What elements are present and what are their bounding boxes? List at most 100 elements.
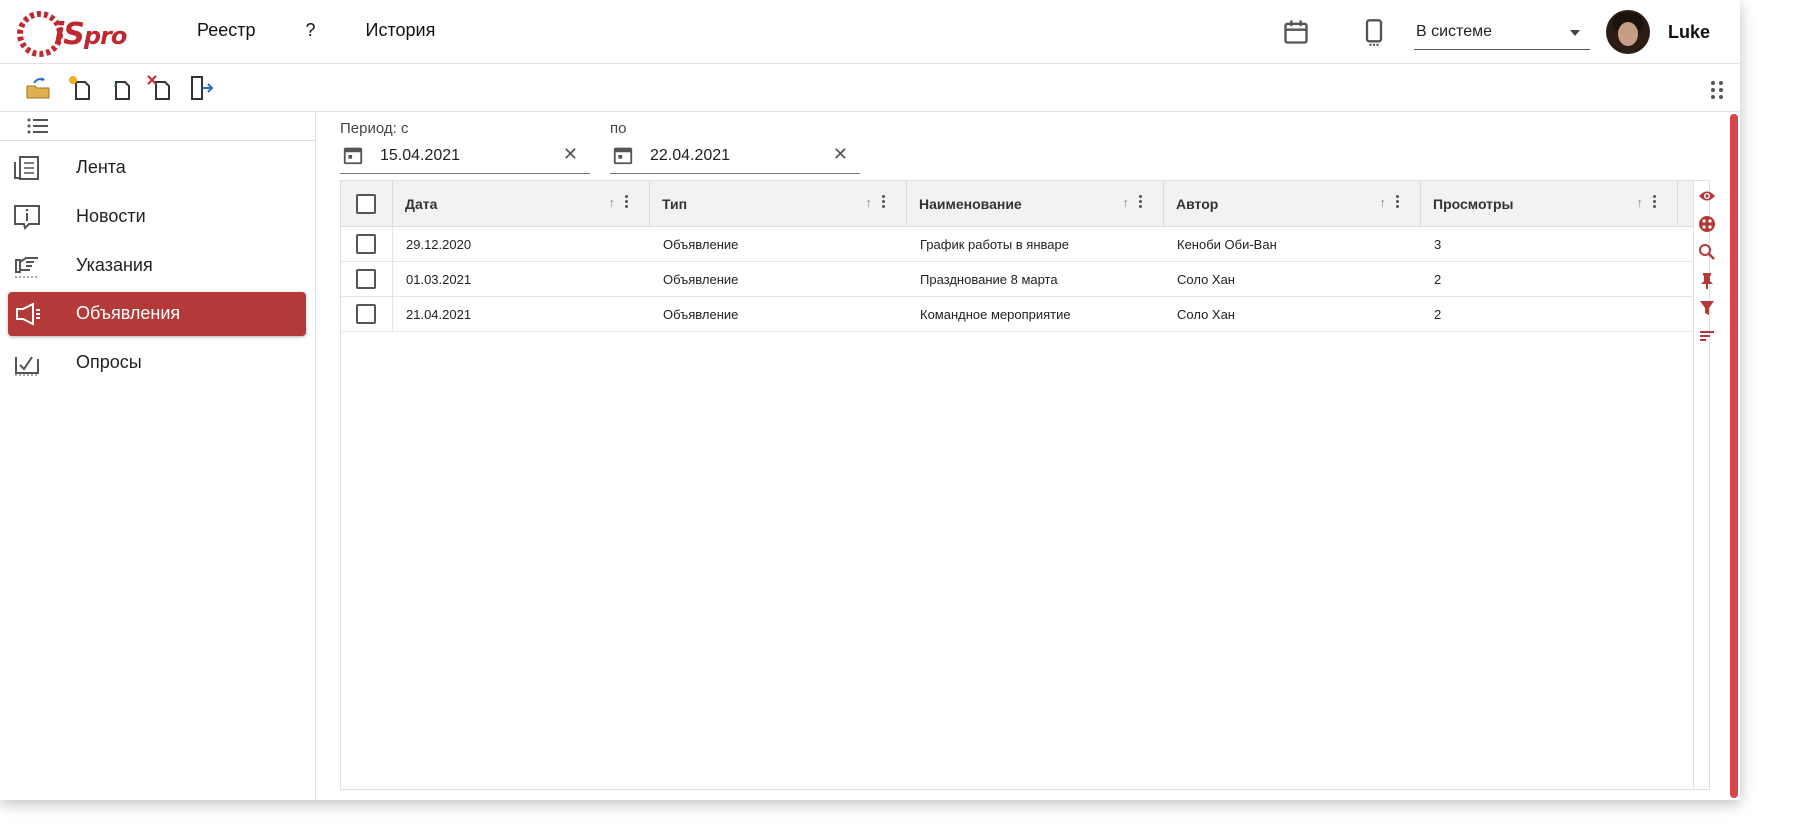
calendar-icon[interactable] [1282,18,1310,46]
period-to-value: 22.04.2021 [650,147,731,164]
open-folder-icon[interactable] [24,74,52,102]
sidebar-item-instructions[interactable]: Указания [8,244,306,288]
chevron-down-icon [1570,30,1580,36]
sort-icon[interactable] [1698,327,1716,345]
menu-history[interactable]: История [366,20,436,41]
row-checkbox[interactable] [356,234,376,254]
period-to-field[interactable]: 22.04.2021 ✕ [610,140,860,174]
sidebar-item-news[interactable]: Новости [8,195,306,239]
sort-arrow-icon[interactable]: ↑ [1123,195,1130,210]
column-header-label: Наименование [919,196,1022,212]
column-menu-icon[interactable] [1139,195,1143,211]
sidebar-item-feed[interactable]: Лента [8,146,306,190]
select-all-checkbox[interactable] [356,194,376,214]
avatar[interactable] [1606,10,1650,54]
period-from-label: Период: с [340,120,409,137]
cell-views: 2 [1434,307,1442,322]
vertical-scrollbar[interactable] [1730,114,1738,798]
row-checkbox[interactable] [356,269,376,289]
grip-dots-icon[interactable] [1710,80,1724,100]
row-checkbox[interactable] [356,304,376,324]
sidebar-item-label: Указания [76,255,153,275]
cell-name: Празднование 8 марта [920,272,1058,287]
clear-to-icon[interactable]: ✕ [833,144,848,165]
column-header-date[interactable]: Дата ↑ [393,181,650,227]
table-row[interactable]: 21.04.2021 Объявление Командное мероприя… [341,297,1693,332]
table-row[interactable]: 29.12.2020 Объявление График работы в ян… [341,227,1693,262]
column-header-label: Дата [405,196,438,212]
column-header-label: Автор [1176,196,1219,212]
app-window: iSpro Реестр ? История В системе Luke Ле… [0,0,1740,800]
menu-help[interactable]: ? [306,20,316,41]
column-header-author[interactable]: Автор ↑ [1164,181,1421,227]
pin-icon[interactable] [1698,271,1716,289]
period-from-field[interactable]: 15.04.2021 ✕ [340,140,590,174]
cell-views: 2 [1434,272,1442,287]
delete-document-icon[interactable] [146,74,174,102]
table-row[interactable]: 01.03.2021 Объявление Празднование 8 мар… [341,262,1693,297]
sidebar-item-polls[interactable]: Опросы [8,341,306,385]
column-header-label: Тип [662,196,688,212]
column-menu-icon[interactable] [882,195,886,211]
column-menu-icon[interactable] [1396,195,1400,211]
sort-arrow-icon[interactable]: ↑ [609,195,616,210]
pointing-hand-icon [15,257,39,278]
status-select[interactable]: В системе [1414,18,1590,50]
logo-main-text: iS [54,17,85,52]
main-content: Период: с 15.04.2021 ✕ по 22.04.2021 ✕ Д… [316,112,1740,800]
cell-type: Объявление [663,272,739,287]
column-header-views[interactable]: Просмотры ↑ [1421,181,1678,227]
column-header-name[interactable]: Наименование ↑ [907,181,1164,227]
sort-arrow-icon[interactable]: ↑ [866,195,873,210]
cell-name: График работы в январе [920,237,1069,252]
info-icon [14,205,40,230]
column-header-label: Просмотры [1433,196,1514,212]
column-menu-icon[interactable] [625,195,629,211]
mobile-phone-icon[interactable] [1360,18,1388,46]
logo-text: iSpro [54,17,127,52]
cell-views: 3 [1434,237,1442,252]
edit-document-icon[interactable] [106,74,134,102]
eye-icon[interactable] [1698,187,1716,205]
top-menu: Реестр ? История [197,20,485,41]
cell-author: Кеноби Оби-Ван [1177,237,1277,252]
cell-author: Соло Хан [1177,272,1235,287]
sort-arrow-icon[interactable]: ↑ [1380,195,1387,210]
clear-from-icon[interactable]: ✕ [563,144,578,165]
cell-name: Командное мероприятие [920,307,1071,322]
filter-icon[interactable] [1698,299,1716,317]
calendar-icon[interactable] [342,144,364,166]
top-bar: iSpro Реестр ? История В системе Luke [0,0,1740,64]
exit-icon[interactable] [188,74,216,102]
megaphone-icon [16,302,40,326]
poll-icon [15,356,39,376]
table-header: Дата ↑ Тип ↑ Наименование ↑ Автор ↑ Прос… [341,181,1693,227]
menu-list-icon[interactable] [26,116,50,136]
sidebar-item-label: Лента [76,157,126,177]
sidebar-item-label: Объявления [76,303,181,323]
search-icon[interactable] [1698,243,1716,261]
column-header-type[interactable]: Тип ↑ [650,181,907,227]
column-menu-icon[interactable] [1653,195,1657,211]
calendar-icon[interactable] [612,144,634,166]
sort-arrow-icon[interactable]: ↑ [1637,195,1644,210]
period-from-value: 15.04.2021 [380,147,461,164]
palette-icon[interactable] [1698,215,1716,233]
sidebar: Лента Новости Указания Объявления Опросы [0,112,316,800]
status-select-value: В системе [1416,23,1492,40]
ispro-logo[interactable]: iSpro [14,4,127,60]
username[interactable]: Luke [1668,22,1710,43]
cell-type: Объявление [663,237,739,252]
cell-date: 29.12.2020 [406,237,472,252]
cell-type: Объявление [663,307,739,322]
cell-date: 21.04.2021 [406,307,472,322]
select-all-cell [341,181,393,227]
sidebar-item-announcements[interactable]: Объявления [8,292,306,336]
sidebar-item-label: Опросы [76,352,142,372]
cell-date: 01.03.2021 [406,272,472,287]
grid-side-tools [1693,181,1719,789]
create-document-icon[interactable] [66,74,94,102]
menu-registry[interactable]: Реестр [197,20,256,41]
feed-icon [14,156,39,180]
period-to-label: по [610,120,627,137]
